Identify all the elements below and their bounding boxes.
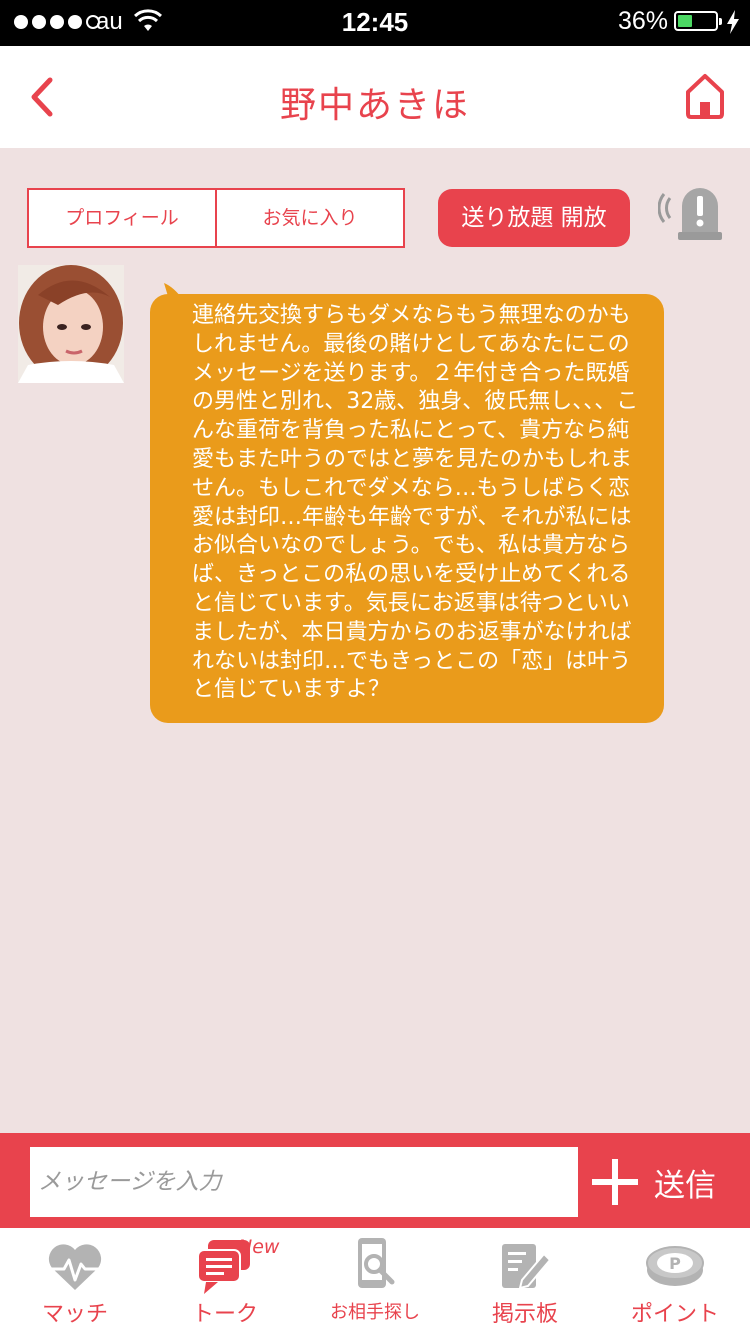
tab-board-label: 掲示板 xyxy=(491,1302,558,1327)
board-edit-icon xyxy=(502,1244,552,1290)
phone-search-icon xyxy=(358,1238,395,1288)
report-alarm-icon[interactable] xyxy=(658,186,724,242)
send-button[interactable]: 送信 xyxy=(590,1147,738,1217)
message-bubble: 連絡先交換すらもダメならもう無理なのかもしれません。最後の賭けとしてあなたにこの… xyxy=(150,294,664,724)
page-title: 野中あきほ xyxy=(279,85,470,126)
tab-talk-label: トーク xyxy=(191,1302,258,1327)
favorite-button[interactable]: お気に入り xyxy=(215,190,403,246)
tab-bar: マッチ New トーク お相手探し 掲示板 P ポイント xyxy=(0,1228,750,1334)
tab-search-label: お相手探し xyxy=(330,1302,420,1323)
status-bar: au 12:45 36% xyxy=(0,0,750,46)
battery-icon xyxy=(674,11,722,31)
profile-actions: プロフィール お気に入り xyxy=(27,188,405,248)
message-input[interactable] xyxy=(30,1147,578,1217)
message-composer: 送信 xyxy=(0,1133,750,1228)
profile-button[interactable]: プロフィール xyxy=(29,190,215,246)
nav-bar: 野中あきほ xyxy=(0,46,750,148)
tab-search[interactable]: お相手探し xyxy=(300,1228,450,1334)
tab-point-label: ポイント xyxy=(630,1302,719,1327)
send-label: 送信 xyxy=(654,1167,716,1204)
point-coin-icon: P xyxy=(646,1246,704,1286)
svg-text:P: P xyxy=(669,1254,681,1273)
tab-match[interactable]: マッチ xyxy=(0,1228,150,1334)
tab-board[interactable]: 掲示板 xyxy=(450,1228,600,1334)
tab-match-label: マッチ xyxy=(41,1302,108,1327)
tab-point[interactable]: P ポイント xyxy=(600,1228,750,1334)
battery-percent: 36% xyxy=(617,7,668,35)
charging-bolt-icon xyxy=(727,10,739,34)
plus-icon xyxy=(592,1159,638,1205)
tab-talk[interactable]: New トーク xyxy=(150,1228,300,1334)
unlimited-send-button[interactable]: 送り放題 開放 xyxy=(438,189,630,247)
heart-pulse-icon xyxy=(48,1244,102,1290)
message-text: 連絡先交換すらもダメならもう無理なのかもしれません。最後の賭けとしてあなたにこの… xyxy=(192,303,639,703)
avatar[interactable] xyxy=(18,265,124,383)
home-icon[interactable] xyxy=(684,72,726,120)
chat-icon xyxy=(197,1240,250,1294)
segmented-control: プロフィール お気に入り xyxy=(27,188,405,248)
